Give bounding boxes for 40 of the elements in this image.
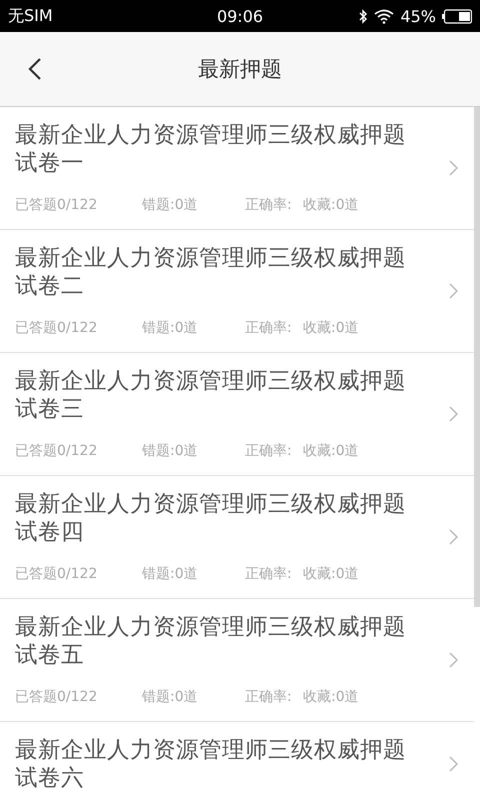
chevron-right-icon	[449, 529, 458, 545]
paper-title: 最新企业人力资源管理师三级权威押题试卷二	[15, 244, 407, 300]
paper-title: 最新企业人力资源管理师三级权威押题试卷一	[15, 121, 407, 177]
chevron-right-icon	[449, 756, 458, 772]
back-icon[interactable]	[28, 57, 42, 81]
paper-stat: 正确率:	[245, 442, 293, 460]
paper-stat: 正确率:	[245, 319, 293, 337]
paper-stat: 收藏:0道	[303, 319, 359, 337]
paper-stat: 正确率:	[245, 196, 293, 214]
paper-stat: 已答题0/122	[15, 565, 98, 583]
paper-stat: 正确率:	[245, 565, 293, 583]
battery-percent: 45%	[400, 6, 436, 26]
paper-stat: 已答题0/122	[15, 196, 98, 214]
battery-icon	[442, 8, 472, 24]
paper-title: 最新企业人力资源管理师三级权威押题试卷四	[15, 490, 407, 546]
wifi-icon	[374, 8, 394, 24]
paper-stat: 已答题0/122	[15, 442, 98, 460]
paper-title: 最新企业人力资源管理师三级权威押题试卷三	[15, 367, 407, 423]
paper-stat: 错题:0道	[142, 196, 199, 214]
paper-stat: 收藏:0道	[303, 688, 359, 706]
paper-title: 最新企业人力资源管理师三级权威押题试卷五	[15, 613, 407, 669]
clock-text: 09:06	[216, 6, 264, 26]
chevron-right-icon	[449, 283, 458, 299]
paper-stat: 正确率:	[245, 688, 293, 706]
chevron-right-icon	[449, 652, 458, 668]
paper-stat: 收藏:0道	[303, 565, 359, 583]
paper-stat: 收藏:0道	[303, 196, 359, 214]
paper-stat: 已答题0/122	[15, 688, 98, 706]
chevron-right-icon	[449, 406, 458, 422]
paper-stat: 收藏:0道	[303, 442, 359, 460]
page-title: 最新押题	[197, 56, 283, 83]
bluetooth-icon	[359, 8, 368, 24]
paper-stat: 错题:0道	[142, 565, 199, 583]
paper-stat: 已答题0/122	[15, 319, 98, 337]
paper-title: 最新企业人力资源管理师三级权威押题试卷六	[15, 736, 407, 792]
paper-stat: 错题:0道	[142, 319, 199, 337]
paper-stat: 错题:0道	[142, 688, 199, 706]
carrier-text: 无SIM	[8, 6, 53, 26]
paper-stat: 错题:0道	[142, 442, 199, 460]
chevron-right-icon	[449, 160, 458, 176]
